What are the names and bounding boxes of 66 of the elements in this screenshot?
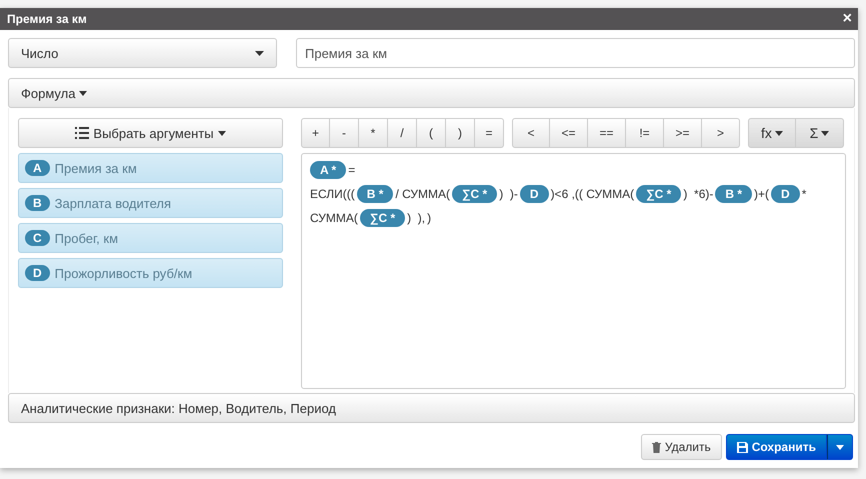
operator-button[interactable]: / bbox=[388, 118, 417, 148]
formula-text: * bbox=[802, 187, 806, 201]
formula-text: / СУММА( bbox=[395, 187, 450, 201]
list-icon bbox=[75, 127, 90, 139]
formula-text: ЕСЛИ((( bbox=[310, 187, 355, 201]
caret-icon bbox=[255, 50, 264, 56]
argument-token[interactable]: A * bbox=[310, 161, 346, 179]
operator-button[interactable]: * bbox=[359, 118, 388, 148]
argument-token[interactable]: ∑C * bbox=[636, 185, 682, 203]
operator-button[interactable]: > bbox=[702, 118, 740, 148]
argument-token[interactable]: D bbox=[771, 185, 800, 203]
save-button[interactable]: Сохранить bbox=[726, 434, 827, 460]
caret-icon bbox=[774, 130, 783, 136]
formula-text: = bbox=[348, 163, 356, 177]
delete-button[interactable]: Удалить bbox=[640, 434, 722, 460]
argument-letter: A bbox=[25, 160, 50, 176]
save-options-button[interactable] bbox=[827, 434, 853, 460]
argument-item[interactable]: A Премия за км bbox=[18, 153, 283, 183]
caret-icon bbox=[218, 130, 226, 136]
type-dropdown[interactable]: Число bbox=[8, 38, 277, 68]
operator-button[interactable]: - bbox=[330, 118, 359, 148]
formula-text: )<6 ,(( СУММА( bbox=[550, 187, 634, 201]
argument-letter: D bbox=[25, 265, 50, 281]
formula-bar[interactable]: Формула bbox=[8, 78, 855, 108]
argument-item[interactable]: B Зарплата водителя bbox=[18, 188, 283, 218]
name-field[interactable]: Премия за км bbox=[296, 38, 855, 68]
formula-text: ) bbox=[427, 211, 432, 225]
operator-button[interactable]: != bbox=[626, 118, 664, 148]
caret-icon bbox=[836, 444, 844, 450]
operator-button[interactable]: + bbox=[301, 118, 330, 148]
argument-token[interactable]: ∑C * bbox=[360, 209, 406, 227]
argument-item[interactable]: C Пробег, км bbox=[18, 223, 283, 253]
caret-icon bbox=[821, 130, 830, 136]
argument-token[interactable]: B * bbox=[356, 185, 394, 203]
operator-button[interactable]: == bbox=[588, 118, 626, 148]
argument-letter: B bbox=[25, 195, 50, 211]
operator-button[interactable]: ( bbox=[417, 118, 446, 148]
close-button[interactable]: × bbox=[842, 11, 852, 27]
argument-name: Пробег, км bbox=[54, 230, 118, 246]
window-title: Премия за км bbox=[7, 12, 87, 26]
operator-button[interactable]: ) bbox=[446, 118, 475, 148]
operator-button[interactable]: < bbox=[512, 118, 550, 148]
function-button[interactable]: Σ bbox=[796, 118, 844, 148]
argument-token[interactable]: D bbox=[520, 185, 549, 203]
operator-button[interactable]: <= bbox=[550, 118, 588, 148]
formula-text: ) )- bbox=[499, 187, 518, 201]
argument-name: Зарплата водителя bbox=[54, 196, 171, 210]
formula-text: )+( bbox=[754, 187, 770, 201]
argument-token[interactable]: B * bbox=[715, 185, 752, 203]
operator-button[interactable]: >= bbox=[664, 118, 702, 148]
formula-text: ) ), bbox=[407, 211, 426, 225]
argument-name: Премия за км bbox=[54, 160, 137, 176]
formula-text: СУММА( bbox=[310, 211, 358, 225]
formula-text: ) *6)- bbox=[683, 187, 714, 201]
operator-button[interactable]: = bbox=[475, 118, 504, 148]
caret-icon bbox=[79, 90, 88, 96]
analytics-bar[interactable]: Аналитические признаки: Номер, Водитель, Период bbox=[8, 393, 855, 423]
select-arguments-button[interactable]: Выбрать аргументы bbox=[18, 118, 283, 148]
function-button[interactable]: fx bbox=[748, 118, 796, 148]
argument-token[interactable]: ∑C * bbox=[452, 185, 498, 203]
trash-icon bbox=[652, 442, 661, 452]
floppy-icon bbox=[736, 442, 748, 452]
argument-letter: C bbox=[25, 230, 50, 246]
argument-item[interactable]: D Прожорливость руб/км bbox=[18, 258, 283, 288]
argument-name: Прожорливость руб/км bbox=[54, 266, 192, 280]
formula-editor[interactable]: A * = ЕСЛИ((( B * / СУММА( ∑C * ) )- D )<6 ,(( СУММА( ∑C * ) *6)- B * )+( D * СУММА( ∑C * ) ), ) bbox=[301, 153, 846, 389]
